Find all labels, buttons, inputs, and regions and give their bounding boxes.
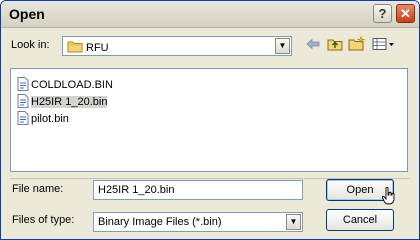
file-icon — [17, 111, 29, 125]
file-item-coldload[interactable]: COLDLOAD.BIN — [17, 77, 115, 93]
file-item-h25ir[interactable]: H25IR 1_20.bin — [17, 94, 109, 110]
file-list[interactable]: COLDLOAD.BIN H25IR 1_20.bin pilot.bin — [10, 68, 408, 172]
look-in-value-wrap: RFU — [67, 40, 109, 54]
cancel-button[interactable]: Cancel — [326, 209, 394, 231]
look-in-label: Look in: — [11, 39, 50, 51]
file-name-input[interactable]: H25IR 1_20.bin — [93, 180, 303, 200]
close-button[interactable]: ✕ — [396, 4, 415, 23]
back-arrow-icon[interactable] — [303, 36, 323, 56]
file-name-label: pilot.bin — [31, 113, 69, 125]
look-in-dropdown[interactable]: RFU ▼ — [62, 36, 292, 56]
open-dialog: Open ? ✕ Look in: RFU ▼ COLDLOAD.BIN H25… — [0, 0, 420, 240]
help-button[interactable]: ? — [373, 4, 392, 23]
file-type-value: Binary Image Files (*.bin) — [98, 216, 222, 228]
file-type-label: Files of type: — [12, 214, 75, 226]
chevron-down-icon[interactable]: ▼ — [286, 214, 301, 230]
title-bar[interactable]: Open ? ✕ — [1, 1, 419, 28]
mouse-cursor-icon — [382, 187, 395, 205]
folder-icon — [67, 41, 83, 53]
view-menu-icon[interactable] — [371, 36, 397, 56]
file-item-pilot[interactable]: pilot.bin — [17, 111, 71, 127]
file-name-label: COLDLOAD.BIN — [31, 79, 113, 91]
new-folder-icon[interactable] — [347, 35, 367, 56]
file-type-dropdown[interactable]: Binary Image Files (*.bin) ▼ — [93, 212, 303, 232]
file-icon — [17, 77, 29, 91]
dialog-title: Open — [9, 6, 45, 22]
up-folder-icon[interactable] — [325, 36, 345, 56]
chevron-down-icon[interactable]: ▼ — [275, 38, 290, 54]
file-name-label: File name: — [12, 183, 64, 195]
file-name-label: H25IR 1_20.bin — [31, 96, 108, 108]
file-icon — [17, 94, 29, 108]
look-in-value: RFU — [86, 42, 109, 54]
